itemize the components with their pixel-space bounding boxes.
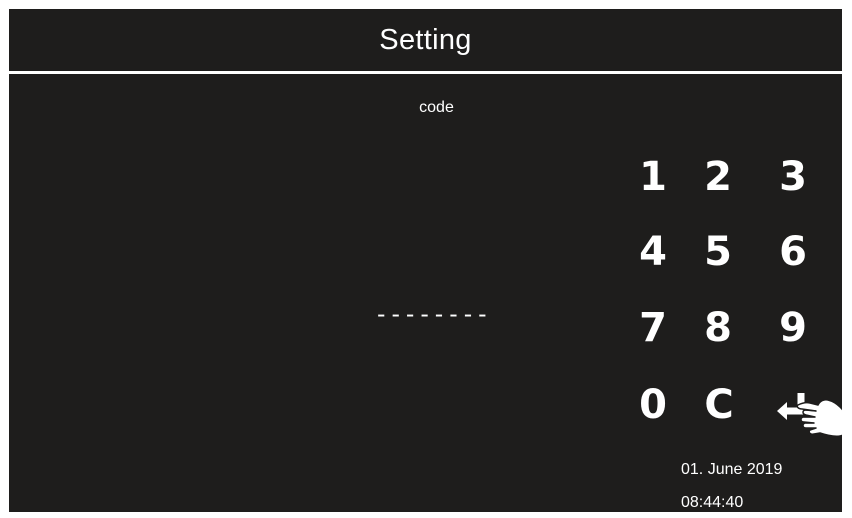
key-0-label: 0 [639,382,667,428]
key-8[interactable]: 8 [688,300,748,356]
key-2[interactable]: 2 [688,149,748,205]
key-9[interactable]: 9 [763,300,823,356]
key-3[interactable]: 3 [763,149,823,205]
key-9-label: 9 [779,305,807,351]
settings-screen: Setting code -------- 1 2 3 4 5 6 7 8 9 … [9,9,842,512]
key-1-label: 1 [639,154,667,200]
key-7[interactable]: 7 [623,300,683,356]
key-4-label: 4 [639,229,667,275]
key-5[interactable]: 5 [688,224,748,280]
key-clear-label: C [704,382,734,428]
key-8-label: 8 [704,305,732,351]
code-input-display: -------- [374,300,490,328]
key-5-label: 5 [704,229,732,275]
key-4[interactable]: 4 [623,224,683,280]
key-7-label: 7 [639,305,667,351]
code-label: code [419,99,454,116]
time-display: 08:44:40 [681,494,744,511]
key-2-label: 2 [704,154,732,200]
key-clear[interactable]: C [689,377,749,433]
key-3-label: 3 [779,154,807,200]
key-1[interactable]: 1 [623,149,683,205]
page-title: Setting [379,23,472,56]
key-0[interactable]: 0 [623,377,683,433]
key-6[interactable]: 6 [763,224,823,280]
header-divider [9,71,842,74]
date-display: 01. June 2019 [681,461,783,478]
header-bar: Setting [9,9,842,71]
pointing-hand-icon [796,399,842,437]
key-6-label: 6 [779,229,807,275]
